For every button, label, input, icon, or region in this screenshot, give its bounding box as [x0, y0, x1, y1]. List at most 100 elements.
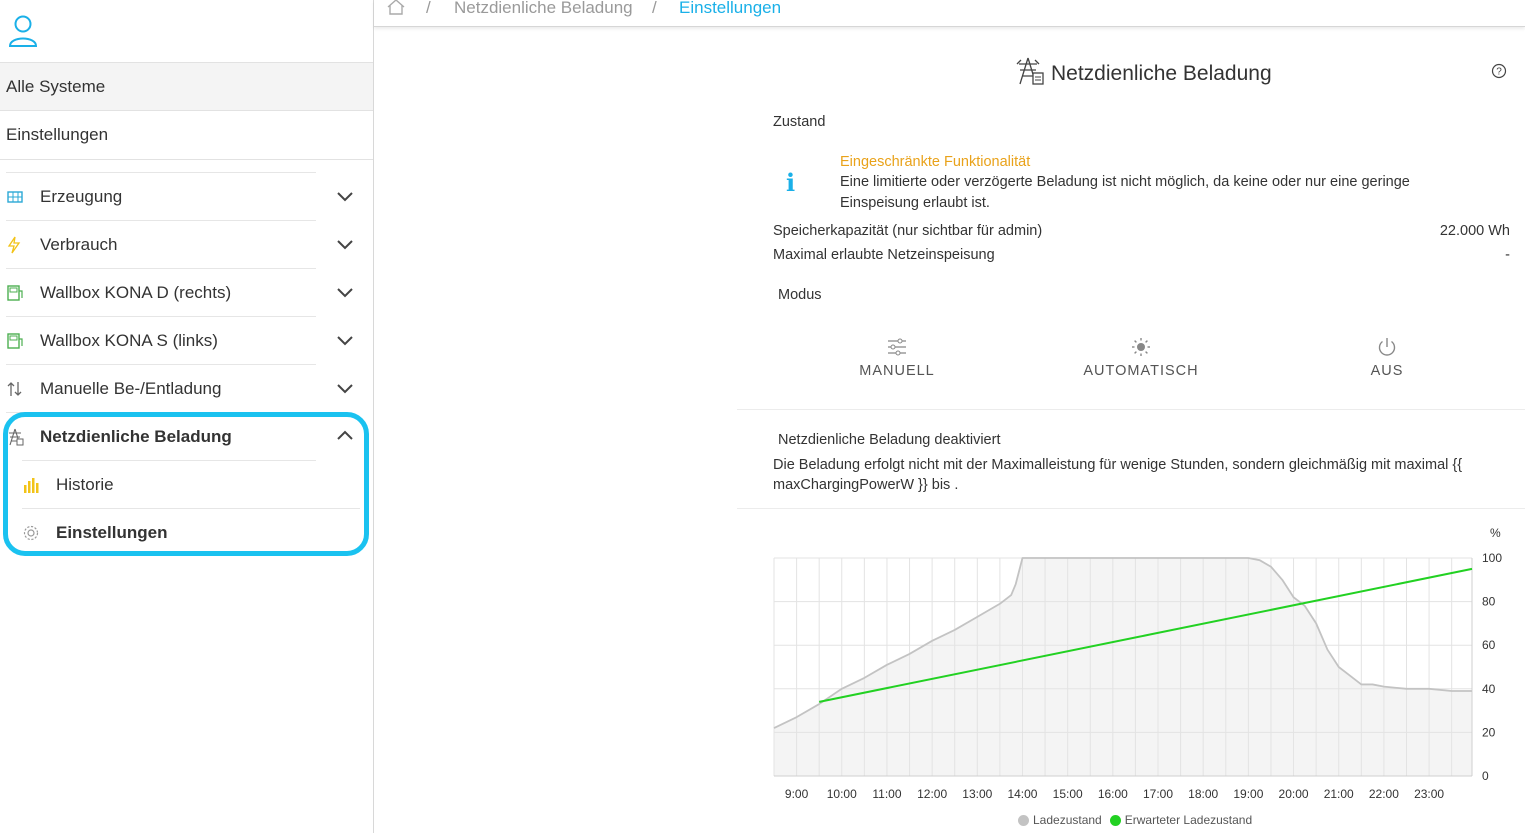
y-tick-label: 60	[1482, 638, 1496, 652]
power-icon	[1378, 338, 1396, 356]
grid-tower-icon	[1015, 56, 1045, 92]
legend-label: Ladezustand	[1033, 813, 1102, 827]
x-tick-label: 15:00	[1053, 787, 1083, 801]
x-tick-label: 14:00	[1007, 787, 1037, 801]
x-tick-label: 21:00	[1324, 787, 1354, 801]
state-label: Zustand	[773, 114, 826, 130]
sidebar-subitem-label: Einstellungen	[56, 522, 168, 542]
x-tick-label: 12:00	[917, 787, 947, 801]
sidebar-item-verbrauch[interactable]: Verbrauch	[6, 220, 316, 268]
chevron-down-icon[interactable]	[334, 185, 356, 207]
x-tick-label: 16:00	[1098, 787, 1128, 801]
warning-text: Eine limitierte oder verzögerte Beladung…	[840, 174, 1410, 190]
bar-chart-icon	[22, 476, 56, 494]
all-systems-label: Alle Systeme	[6, 77, 106, 96]
x-tick-label: 18:00	[1188, 787, 1218, 801]
mode-label: Modus	[778, 287, 822, 303]
x-tick-label: 11:00	[872, 787, 901, 801]
svg-text:?: ?	[1496, 67, 1502, 78]
solar-panel-icon	[6, 188, 40, 206]
home-icon[interactable]	[386, 0, 406, 21]
sidebar-item-label: Wallbox KONA D (rechts)	[40, 282, 232, 302]
y-axis-label: %	[1490, 526, 1501, 540]
y-tick-label: 40	[1482, 682, 1496, 696]
warning-title: Eingeschränkte Funktionalität	[840, 154, 1031, 170]
page-title-text: Netzdienliche Beladung	[1051, 62, 1272, 85]
max-feed-label: Maximal erlaubte Netzeinspeisung	[773, 247, 995, 263]
lightning-icon	[6, 236, 40, 254]
sidebar-subitem-label: Historie	[56, 474, 114, 494]
sidebar-subitem-einstellungen[interactable]: Einstellungen	[22, 508, 360, 556]
x-tick-label: 10:00	[827, 787, 857, 801]
breadcrumb-separator: /	[652, 0, 657, 17]
info-icon: i	[786, 168, 796, 197]
legend-item-erwarteter-ladezustand[interactable]: Erwarteter Ladezustand	[1109, 813, 1253, 827]
user-icon[interactable]	[8, 14, 38, 48]
sidebar-item-label: Verbrauch	[40, 234, 118, 254]
capacity-value: 22.000 Wh	[1439, 223, 1510, 239]
sidebar-item-label: Wallbox KONA S (links)	[40, 330, 218, 350]
chevron-down-icon[interactable]	[334, 329, 356, 351]
breadcrumb-item[interactable]: Netzdienliche Beladung	[454, 0, 633, 18]
y-tick-label: 100	[1482, 551, 1502, 565]
y-tick-label: 20	[1482, 725, 1496, 739]
wallbox-icon	[6, 284, 40, 302]
x-tick-label: 19:00	[1233, 787, 1263, 801]
breadcrumb-separator: /	[426, 0, 431, 17]
mode-manual-button[interactable]: MANUELL	[850, 337, 944, 379]
x-tick-label: 13:00	[962, 787, 992, 801]
mode-label: AUS	[1370, 363, 1404, 379]
settings-link[interactable]: Einstellungen	[0, 111, 373, 160]
sidebar-item-erzeugung[interactable]: Erzeugung	[6, 172, 316, 220]
divider	[737, 409, 1525, 410]
x-tick-label: 17:00	[1143, 787, 1173, 801]
status-title: Netzdienliche Beladung deaktiviert	[778, 432, 1001, 448]
sidebar-item-label: Erzeugung	[40, 186, 123, 206]
mode-off-button[interactable]: AUS	[1362, 337, 1412, 379]
x-tick-label: 23:00	[1414, 787, 1444, 801]
sun-icon	[1132, 338, 1150, 356]
y-tick-label: 0	[1482, 769, 1489, 783]
sidebar-item-label: Netzdienliche Beladung	[40, 426, 232, 446]
sidebar-item-netzdienliche-beladung[interactable]: Netzdienliche Beladung	[6, 412, 316, 460]
x-tick-label: 9:00	[785, 787, 809, 801]
x-tick-label: 20:00	[1279, 787, 1309, 801]
mode-automatic-button[interactable]: AUTOMATISCH	[1080, 337, 1202, 379]
all-systems-link[interactable]: Alle Systeme	[0, 62, 373, 111]
settings-label: Einstellungen	[6, 125, 109, 144]
max-feed-value: -	[1505, 247, 1510, 263]
sidebar: Alle Systeme Einstellungen Erzeugung Ver…	[0, 0, 374, 833]
sidebar-subitem-historie[interactable]: Historie	[22, 460, 316, 508]
charge-chart: 0 20 40 60 80 100 9:00 10:00 11:00 12:00 13:00 14:0…	[773, 526, 1502, 801]
breadcrumb-current: Einstellungen	[679, 0, 782, 17]
y-tick-label: 80	[1482, 595, 1496, 609]
chevron-down-icon[interactable]	[334, 281, 356, 303]
chevron-down-icon[interactable]	[334, 233, 356, 255]
breadcrumb: / Netzdienliche Beladung / Einstellungen	[374, 0, 1525, 27]
capacity-label: Speicherkapazität (nur sichtbar für admi…	[773, 223, 1043, 239]
sidebar-item-label: Manuelle Be-/Entladung	[40, 378, 222, 398]
help-icon[interactable]: ?	[1491, 63, 1507, 79]
legend-item-ladezustand[interactable]: Ladezustand	[1018, 813, 1102, 827]
chevron-down-icon[interactable]	[334, 377, 356, 399]
gear-icon	[22, 524, 56, 542]
legend-label: Erwarteter Ladezustand	[1124, 813, 1253, 827]
divider	[737, 508, 1525, 509]
sidebar-item-wallbox-kona-s[interactable]: Wallbox KONA S (links)	[6, 316, 316, 364]
grid-tower-icon	[6, 428, 40, 446]
chart-legend: Ladezustand Erwarteter Ladezustand	[1018, 813, 1260, 827]
legend-dot	[1109, 814, 1121, 826]
sidebar-item-wallbox-kona-d[interactable]: Wallbox KONA D (rechts)	[6, 268, 316, 316]
arrows-updown-icon	[6, 380, 40, 398]
mode-label: MANUELL	[859, 363, 935, 379]
status-text: maxChargingPowerW }} bis .	[773, 477, 959, 493]
mode-label: AUTOMATISCH	[1083, 363, 1199, 379]
warning-text: Einspeisung erlaubt ist.	[840, 195, 990, 211]
x-tick-label: 22:00	[1369, 787, 1399, 801]
chevron-up-icon[interactable]	[334, 425, 356, 447]
wallbox-icon	[6, 332, 40, 350]
status-text: Die Beladung erfolgt nicht mit der Maxim…	[773, 457, 1463, 473]
page-title: Netzdienliche Beladung	[1015, 56, 1272, 92]
sidebar-item-manuelle-be-entladung[interactable]: Manuelle Be-/Entladung	[6, 364, 316, 412]
sliders-icon	[888, 338, 906, 356]
